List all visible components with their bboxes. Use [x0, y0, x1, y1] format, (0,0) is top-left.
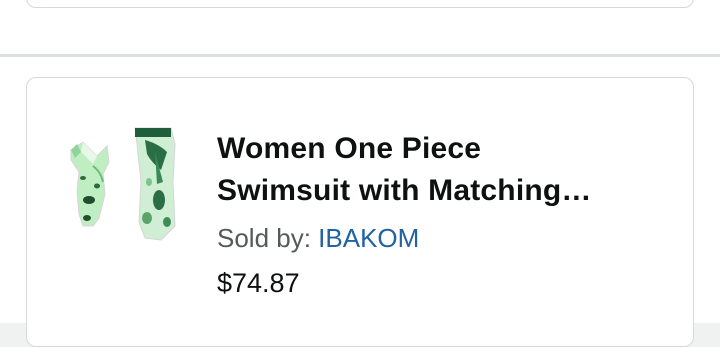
- sold-by-label: Sold by:: [217, 223, 319, 253]
- product-title-line-2: Swimsuit with Matching…: [217, 174, 592, 207]
- previous-item-section: [0, 0, 720, 54]
- product-price: $74.87: [217, 268, 300, 298]
- previous-item-card: [26, 0, 694, 8]
- product-card[interactable]: Women One Piece Swimsuit with Matching… …: [26, 77, 694, 347]
- sold-by: Sold by: IBAKOM: [217, 222, 419, 254]
- product-title[interactable]: Women One Piece Swimsuit with Matching…: [217, 128, 657, 212]
- seller-link[interactable]: IBAKOM: [318, 223, 419, 253]
- product-title-line-1: Women One Piece: [217, 132, 482, 165]
- swimsuit-and-sarong-image[interactable]: [63, 122, 183, 242]
- swimsuit-icon: [70, 141, 110, 227]
- sarong-icon: [134, 127, 176, 241]
- order-item-section: Women One Piece Swimsuit with Matching… …: [0, 57, 720, 347]
